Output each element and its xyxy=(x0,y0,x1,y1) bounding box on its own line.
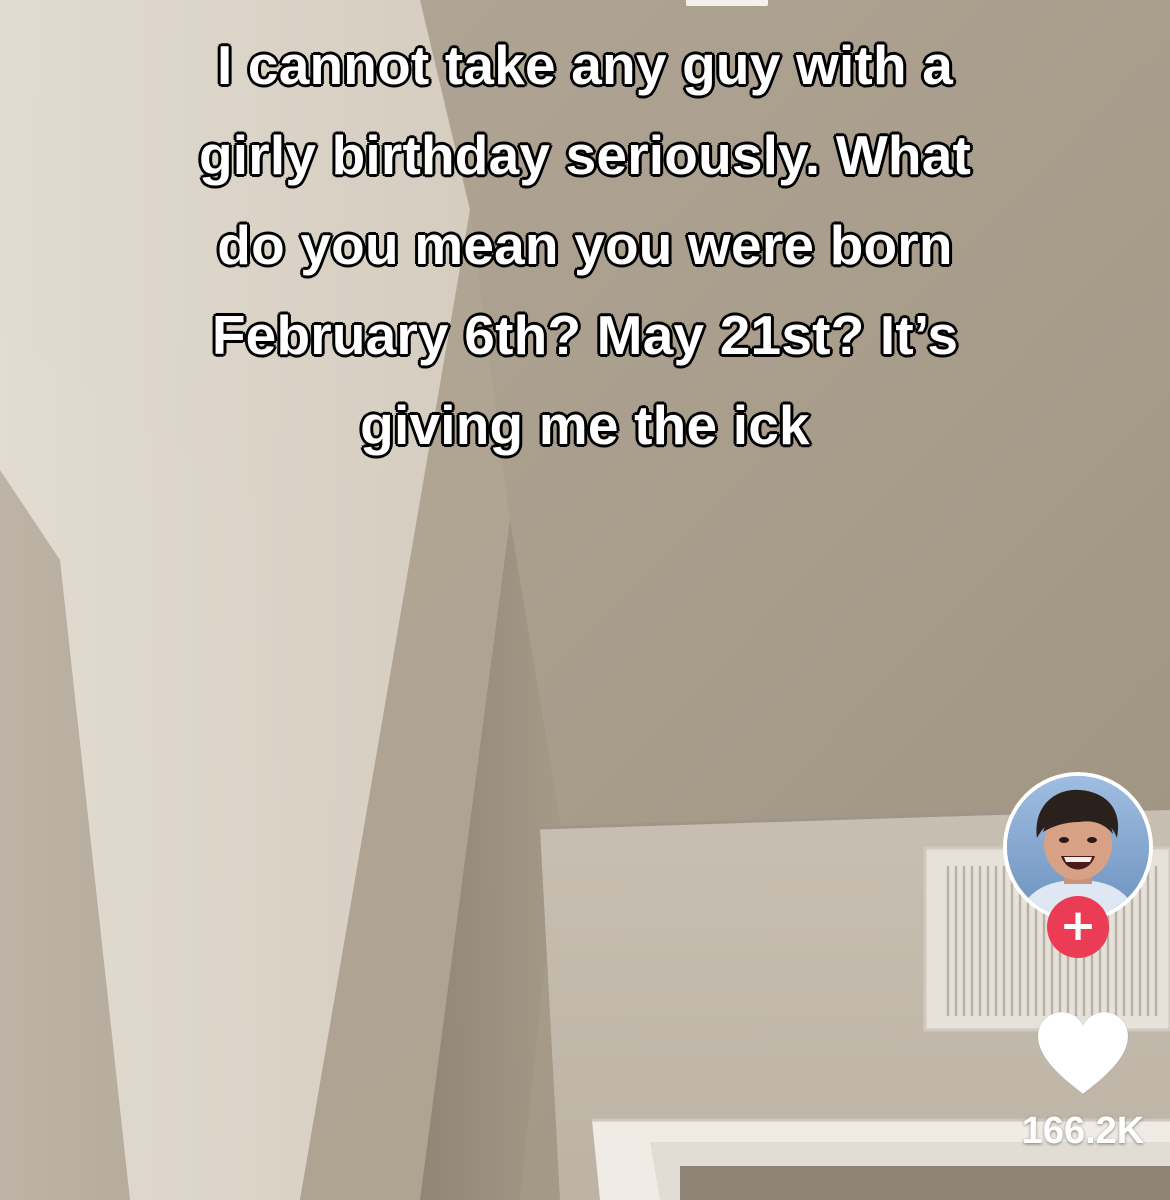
video-caption: I cannot take any guy with a girly birth… xyxy=(20,20,1150,470)
caption-line: I cannot take any guy with a xyxy=(216,33,954,98)
caption-line: do you mean you were born xyxy=(216,213,954,278)
heart-icon[interactable] xyxy=(1035,1010,1131,1096)
caption-line: February 6th? May 21st? It’s xyxy=(211,303,960,368)
caption-line: girly birthday seriously. What xyxy=(198,123,972,188)
like-button[interactable]: 166.2K xyxy=(1018,1010,1148,1153)
follow-button[interactable]: + xyxy=(1047,896,1109,958)
status-indicator xyxy=(686,0,768,6)
creator-profile[interactable]: + xyxy=(1003,772,1153,958)
caption-line: giving me the ick xyxy=(359,393,811,458)
like-count: 166.2K xyxy=(1021,1110,1145,1152)
